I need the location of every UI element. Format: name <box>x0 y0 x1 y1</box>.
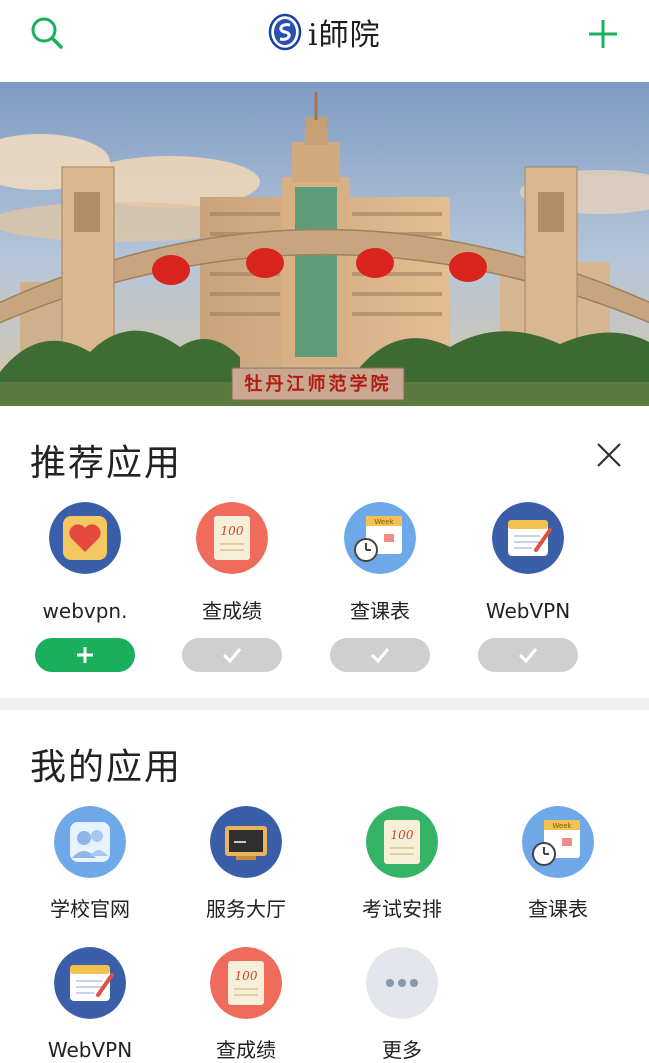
top-bar: i師院 <box>0 0 649 82</box>
more-dots-icon <box>366 947 438 1019</box>
app-label: 查课表 <box>528 897 588 921</box>
app-grades[interactable]: 100 查成绩 <box>168 947 324 1063</box>
add-app-button[interactable] <box>35 638 135 672</box>
app-label: webvpn. <box>42 599 128 623</box>
notepad-pen-icon <box>54 947 126 1019</box>
added-check-button[interactable] <box>182 638 282 672</box>
search-icon[interactable] <box>28 14 66 52</box>
app-label: 查课表 <box>350 599 410 623</box>
notepad-pen-icon[interactable] <box>492 502 564 574</box>
week-text: Week <box>552 822 572 830</box>
recommended-app-webvpn2: WebVPN <box>458 502 598 672</box>
check-icon <box>518 648 538 664</box>
campus-gate-photo <box>0 82 649 406</box>
plus-icon <box>77 647 93 663</box>
app-school-website[interactable]: 学校官网 <box>12 806 168 922</box>
my-apps-title: 我的应用 <box>30 747 183 788</box>
users-icon <box>54 806 126 878</box>
app-label: 查成绩 <box>202 599 262 623</box>
check-icon <box>370 648 390 664</box>
add-icon[interactable] <box>583 14 623 54</box>
score-number: 100 <box>235 969 258 983</box>
app-label: WebVPN <box>485 599 571 623</box>
app-service-hall[interactable]: 服务大厅 <box>168 806 324 922</box>
app-label: 服务大厅 <box>206 897 286 921</box>
score-sheet-icon: 100 <box>210 947 282 1019</box>
app-more[interactable]: 更多 <box>324 947 480 1063</box>
section-divider <box>0 698 649 710</box>
added-check-button[interactable] <box>478 638 578 672</box>
check-icon <box>222 648 242 664</box>
heart-app-icon[interactable] <box>49 502 121 574</box>
campus-banner[interactable]: 牡丹江师范学院 <box>0 82 649 406</box>
school-seal-icon <box>268 13 302 51</box>
calendar-clock-icon[interactable]: Week <box>344 502 416 574</box>
app-class-schedule[interactable]: Week 查课表 <box>480 806 636 922</box>
recommended-app-grades: 100 查成绩 <box>162 502 302 672</box>
logo-text: i師院 <box>308 18 381 53</box>
blackboard-icon <box>210 806 282 878</box>
close-icon[interactable] <box>594 440 624 470</box>
gate-sign: 牡丹江师范学院 <box>244 374 392 395</box>
recommended-app-schedule: Week 查课表 <box>310 502 450 672</box>
week-text: Week <box>374 518 394 526</box>
app-exam-schedule[interactable]: 100 考试安排 <box>324 806 480 922</box>
app-webvpn[interactable]: WebVPN <box>12 947 168 1063</box>
app-label: 学校官网 <box>50 897 130 921</box>
recommended-app-webvpn: webvpn. <box>15 502 155 672</box>
app-logo: i師院 <box>268 11 381 53</box>
recommended-title: 推荐应用 <box>30 443 183 484</box>
score-number: 100 <box>391 828 414 842</box>
app-label: 考试安排 <box>362 897 442 921</box>
score-number: 100 <box>221 524 244 538</box>
app-label: 更多 <box>382 1038 422 1062</box>
exam-paper-icon: 100 <box>366 806 438 878</box>
app-label: 查成绩 <box>216 1038 276 1062</box>
score-sheet-icon[interactable]: 100 <box>196 502 268 574</box>
app-label: WebVPN <box>47 1038 133 1062</box>
calendar-clock-icon: Week <box>522 806 594 878</box>
added-check-button[interactable] <box>330 638 430 672</box>
